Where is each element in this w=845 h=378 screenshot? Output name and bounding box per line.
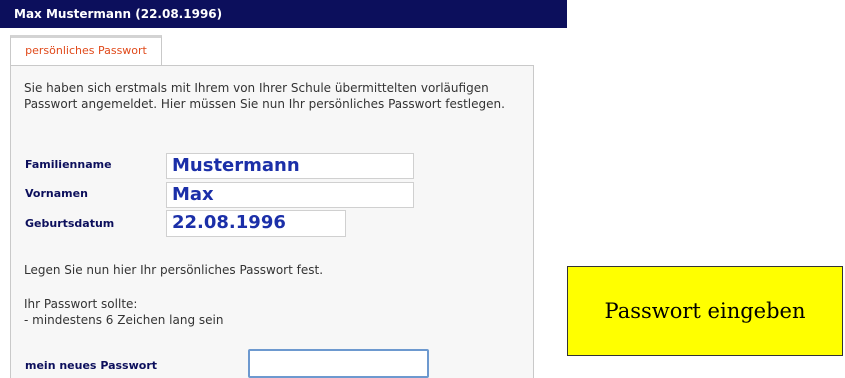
geburtsdatum-label: Geburtsdatum bbox=[25, 217, 115, 230]
tab-bar: persönliches Passwort bbox=[0, 28, 567, 66]
intro-text: Sie haben sich erstmals mit Ihrem von Ih… bbox=[24, 81, 505, 111]
vornamen-label: Vornamen bbox=[25, 187, 88, 200]
password-rule-length: - mindestens 6 Zeichen lang sein bbox=[24, 313, 224, 327]
familienname-value: Mustermann bbox=[166, 153, 414, 179]
window-title: Max Mustermann (22.08.1996) bbox=[0, 0, 567, 28]
annotation-text: Passwort eingeben bbox=[604, 299, 806, 323]
page: Max Mustermann (22.08.1996) persönliches… bbox=[0, 0, 845, 378]
annotation-callout: Passwort eingeben bbox=[567, 266, 843, 356]
familienname-label: Familienname bbox=[25, 158, 112, 171]
new-password-input[interactable] bbox=[248, 349, 429, 378]
new-password-label: mein neues Passwort bbox=[25, 359, 157, 372]
geburtsdatum-value: 22.08.1996 bbox=[166, 210, 346, 237]
vornamen-value: Max bbox=[166, 182, 414, 208]
tab-persoenliches-passwort[interactable]: persönliches Passwort bbox=[10, 35, 162, 65]
instruction-text: Legen Sie nun hier Ihr persönliches Pass… bbox=[24, 263, 324, 277]
password-rules-heading: Ihr Passwort sollte: bbox=[24, 297, 138, 311]
